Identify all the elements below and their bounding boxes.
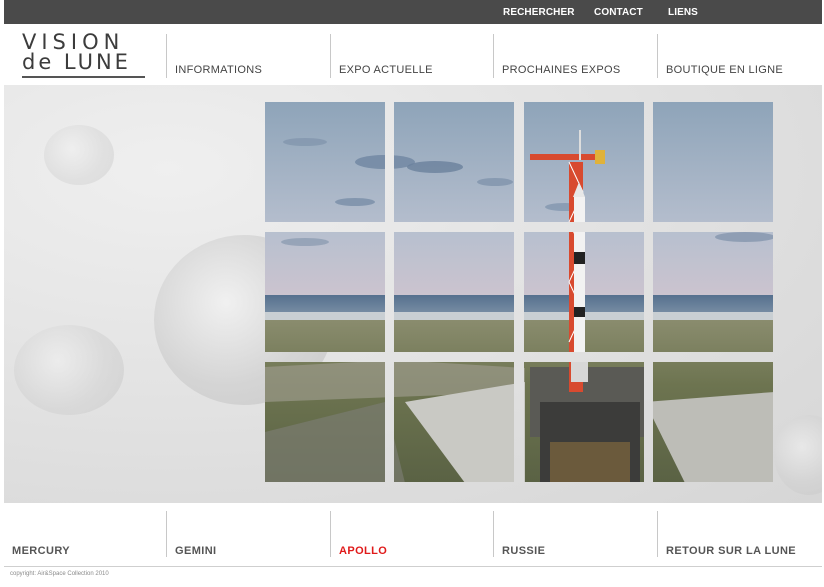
- nav-item-expo-actuelle[interactable]: EXPO ACTUELLE: [339, 64, 433, 76]
- nav-item-retour-sur-la-lune[interactable]: RETOUR SUR LA LUNE: [666, 545, 796, 557]
- photo-tile-r2c1: [265, 232, 385, 352]
- nav-divider: [166, 34, 167, 78]
- copyright-text: copyright: Air&Space Collection 2010: [10, 571, 109, 577]
- rocket-photo-grid: [265, 102, 774, 483]
- hero-moon-background: [4, 85, 822, 503]
- top-utility-bar: RECHERCHER CONTACT LIENS: [4, 0, 822, 24]
- footer-divider: [4, 566, 822, 567]
- nav-divider: [330, 34, 331, 78]
- photo-tile-r2c4: [653, 232, 773, 352]
- nav-item-mercury[interactable]: MERCURY: [12, 545, 70, 557]
- liens-link[interactable]: LIENS: [668, 7, 698, 18]
- nav-divider: [657, 34, 658, 78]
- photo-tile-r3c4: [653, 362, 773, 482]
- photo-tile-r1c4: [653, 102, 773, 222]
- nav-divider: [657, 511, 658, 557]
- nav-item-boutique-en-ligne[interactable]: BOUTIQUE EN LIGNE: [666, 64, 783, 76]
- contact-link[interactable]: CONTACT: [594, 7, 643, 18]
- moon-crater: [774, 415, 822, 495]
- photo-tile-r1c2: [394, 102, 514, 222]
- photo-tile-r3c1: [265, 362, 385, 482]
- site-logo[interactable]: VISION de LUNE: [22, 32, 152, 78]
- page: RECHERCHER CONTACT LIENS VISION de LUNE …: [0, 0, 824, 587]
- nav-divider: [166, 511, 167, 557]
- logo-underline: [22, 76, 145, 78]
- site-header: VISION de LUNE INFORMATIONS EXPO ACTUELL…: [4, 24, 822, 84]
- nav-divider: [493, 511, 494, 557]
- photo-tile-r1c3: [524, 102, 644, 222]
- photo-tile-r2c2: [394, 232, 514, 352]
- photo-tile-r1c1: [265, 102, 385, 222]
- nav-item-prochaines-expos[interactable]: PROCHAINES EXPOS: [502, 64, 621, 76]
- logo-title-de-lune: de LUNE: [22, 50, 131, 74]
- nav-item-informations[interactable]: INFORMATIONS: [175, 64, 262, 76]
- nav-item-russie[interactable]: RUSSIE: [502, 545, 545, 557]
- rechercher-link[interactable]: RECHERCHER: [503, 7, 575, 18]
- moon-crater: [14, 325, 124, 415]
- photo-tile-r3c2: [394, 362, 514, 482]
- nav-item-gemini[interactable]: GEMINI: [175, 545, 217, 557]
- photo-tile-r2c3: [524, 232, 644, 352]
- nav-divider: [330, 511, 331, 557]
- nav-divider: [493, 34, 494, 78]
- program-navigation: MERCURY GEMINI APOLLO RUSSIE RETOUR SUR …: [4, 503, 822, 565]
- nav-item-apollo[interactable]: APOLLO: [339, 545, 387, 557]
- photo-tile-r3c3: [524, 362, 644, 482]
- moon-crater: [44, 125, 114, 185]
